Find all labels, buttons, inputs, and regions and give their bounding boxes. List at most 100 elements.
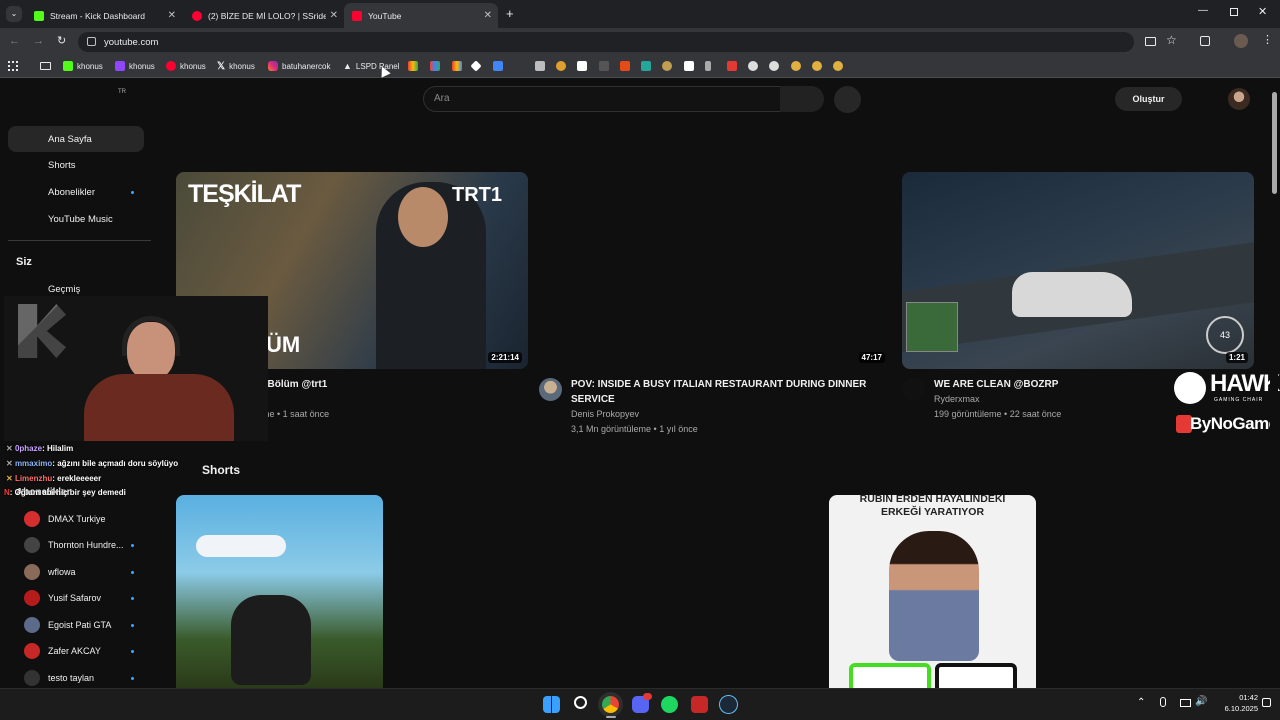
subscription-item[interactable]: Egoist Pati GTA — [8, 612, 144, 638]
channel-avatar[interactable] — [902, 378, 925, 401]
bookmark-icon[interactable] — [556, 61, 566, 71]
reload-icon[interactable]: ↻ — [57, 34, 66, 47]
forward-icon[interactable]: → — [33, 35, 44, 47]
tab-search-button[interactable]: ⌄ — [6, 6, 22, 22]
subscription-item[interactable]: Thornton Hundre... — [8, 532, 144, 558]
bookmark-icon[interactable] — [791, 61, 801, 71]
network-icon[interactable] — [1180, 699, 1191, 707]
short-thumbnail[interactable]: RÜBİN ERDEN HAYALİNDEKİ ERKEĞİ YARATIYOR — [829, 495, 1036, 688]
bookmark-icon[interactable] — [812, 61, 822, 71]
subscription-item[interactable]: DMAX Turkiye — [8, 506, 144, 532]
subscription-item[interactable]: Yusif Safarov — [8, 585, 144, 611]
tab-ssriders[interactable]: (2) BİZE DE Mİ LOLO? | SSriders ✕ — [184, 3, 344, 28]
bookmark-icon[interactable] — [833, 61, 843, 71]
chrome-icon[interactable] — [602, 696, 619, 713]
gmail-icon[interactable] — [430, 61, 440, 71]
bookmark-kick[interactable]: khonus — [63, 61, 103, 71]
scrollbar-thumb[interactable] — [1272, 92, 1277, 194]
video-duration: 2:21:14 — [488, 352, 522, 363]
new-content-dot — [131, 676, 134, 680]
tray-chevron-icon[interactable]: ⌃ — [1137, 697, 1145, 708]
spotify-icon[interactable] — [661, 696, 678, 713]
bookmark-star-icon[interactable]: ☆ — [1166, 33, 1177, 47]
video-meta: 199 görüntüleme • 22 saat önce — [934, 409, 1062, 419]
search-input[interactable]: Ara — [423, 86, 781, 112]
chat-message: N: Oğlum abi hiç bir şey demedi — [4, 488, 126, 497]
nav-youtube-music[interactable]: YouTube Music — [8, 206, 144, 232]
bookmark-icon[interactable] — [599, 61, 609, 71]
bookmark-icon[interactable] — [662, 61, 672, 71]
site-info-icon[interactable] — [87, 37, 96, 46]
new-content-dot — [131, 570, 134, 574]
create-button[interactable]: Oluştur — [1115, 87, 1182, 111]
gmail-icon[interactable] — [408, 61, 418, 71]
bookmark-youtube[interactable]: khonus — [166, 61, 206, 71]
volume-icon[interactable]: 🔊 — [1195, 696, 1207, 707]
bookmark-icon[interactable] — [577, 61, 587, 71]
chat-message: ✕ mmaximo: ağzını bile açmadı doru söylü… — [6, 459, 179, 468]
search-icon[interactable] — [574, 696, 587, 709]
video-thumbnail[interactable]: 43 1:21 — [902, 172, 1254, 369]
restore-icon[interactable] — [1230, 8, 1238, 16]
subscription-item[interactable]: Zafer AKCAY — [8, 638, 144, 664]
close-window-icon[interactable]: ✕ — [1258, 5, 1267, 18]
nav-home[interactable]: Ana Sayfa — [8, 126, 144, 152]
notifications-icon[interactable] — [1262, 698, 1271, 707]
extensions-icon[interactable] — [1200, 36, 1210, 46]
folder-icon[interactable] — [40, 62, 51, 70]
bookmark-icon[interactable] — [620, 61, 630, 71]
cast-icon[interactable] — [1145, 37, 1156, 46]
video-title[interactable]: WE ARE CLEAN @BOZRP — [934, 377, 1174, 392]
subscription-item[interactable]: wflowa — [8, 559, 144, 585]
close-tab-icon[interactable]: ✕ — [484, 10, 492, 21]
channel-name[interactable]: Denis Prokopyev — [571, 407, 639, 422]
close-tab-icon[interactable]: ✕ — [168, 10, 176, 21]
clock-date: 6.10.2025 — [1224, 704, 1258, 713]
new-tab-icon[interactable]: + — [506, 6, 514, 21]
bookmark-x[interactable]: 𝕏 khonus — [217, 61, 255, 72]
bookmark-icon[interactable] — [684, 61, 694, 71]
short-thumbnail[interactable] — [176, 495, 383, 688]
close-tab-icon[interactable]: ✕ — [330, 10, 338, 21]
back-icon[interactable]: ← — [9, 35, 20, 47]
search-button[interactable] — [780, 86, 824, 112]
video-title[interactable]: POV: INSIDE A BUSY ITALIAN RESTAURANT DU… — [571, 377, 881, 407]
bookmark-lspd-panel[interactable]: ▲ LSPD Panel — [343, 61, 400, 71]
gmail-icon[interactable] — [452, 61, 462, 71]
video-duration: 47:17 — [858, 352, 885, 363]
minimize-icon[interactable]: — — [1198, 5, 1208, 16]
account-avatar[interactable] — [1228, 88, 1250, 110]
menu-icon[interactable]: ⋮ — [1262, 33, 1273, 46]
apps-icon[interactable] — [8, 61, 18, 71]
nav-subscriptions[interactable]: Abonelikler — [8, 179, 144, 205]
bookmark-icon[interactable] — [641, 61, 651, 71]
bookmark-icon[interactable] — [705, 61, 711, 71]
video-thumbnail[interactable]: 47:17 — [539, 172, 891, 369]
app-icon[interactable] — [691, 696, 708, 713]
sheet-icon[interactable] — [535, 61, 545, 71]
channel-avatar[interactable] — [539, 378, 562, 401]
tab-youtube[interactable]: YouTube ✕ — [344, 3, 498, 28]
profile-avatar[interactable] — [1234, 34, 1248, 48]
bookmark-twitch[interactable]: khonus — [115, 61, 155, 71]
bookmark-instagram[interactable]: batuhanercok — [268, 61, 330, 71]
you-heading[interactable]: Siz — [16, 256, 32, 268]
tab-title: YouTube — [368, 10, 402, 21]
tab-kick-dashboard[interactable]: Stream - Kick Dashboard ✕ — [26, 3, 182, 28]
avatar — [24, 590, 40, 606]
video-title[interactable]: . Bölüm @trt1 — [262, 377, 522, 392]
country-code: TR — [118, 89, 126, 95]
windows-start-icon[interactable] — [543, 696, 560, 713]
bookmark-icon[interactable] — [769, 61, 779, 71]
voice-search-button[interactable] — [834, 86, 861, 113]
bookmark-icon[interactable] — [727, 61, 737, 71]
channel-name[interactable]: Ryderxmax — [934, 392, 980, 407]
bookmark-icon[interactable] — [748, 61, 758, 71]
nav-shorts[interactable]: Shorts — [8, 152, 144, 178]
microphone-icon[interactable] — [1160, 697, 1166, 707]
new-content-dot — [131, 623, 134, 627]
system-clock[interactable]: 01:42 6.10.2025 — [1210, 692, 1258, 714]
url-field[interactable]: youtube.com — [78, 32, 1134, 52]
bookmark-icon[interactable] — [493, 61, 503, 71]
steam-icon[interactable] — [720, 696, 737, 713]
